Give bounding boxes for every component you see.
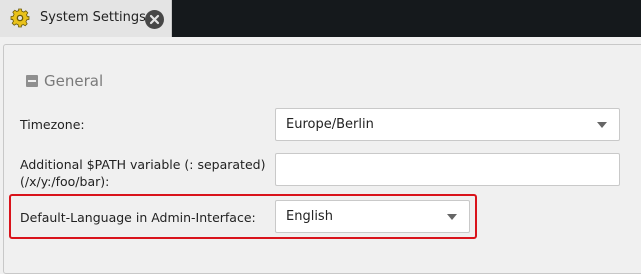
timezone-label: Timezone: <box>20 117 85 132</box>
path-input[interactable] <box>275 153 620 186</box>
tab-bar: System Settings <box>0 0 641 37</box>
tab-system-settings[interactable]: System Settings <box>0 0 172 37</box>
section-title: General <box>44 72 104 90</box>
chevron-down-icon <box>597 122 607 128</box>
close-icon[interactable] <box>145 10 164 29</box>
section-legend[interactable]: General <box>22 71 108 91</box>
tab-title: System Settings <box>40 10 146 25</box>
highlight-box <box>9 194 477 239</box>
timezone-value: Europe/Berlin <box>286 117 374 132</box>
gear-icon <box>10 8 30 28</box>
path-label-line1: Additional $PATH variable (: separated) <box>20 157 266 172</box>
minus-square-icon[interactable] <box>26 75 38 87</box>
timezone-select[interactable]: Europe/Berlin <box>275 108 620 141</box>
path-label-line2: (/x/y:/foo/bar): <box>20 174 110 189</box>
